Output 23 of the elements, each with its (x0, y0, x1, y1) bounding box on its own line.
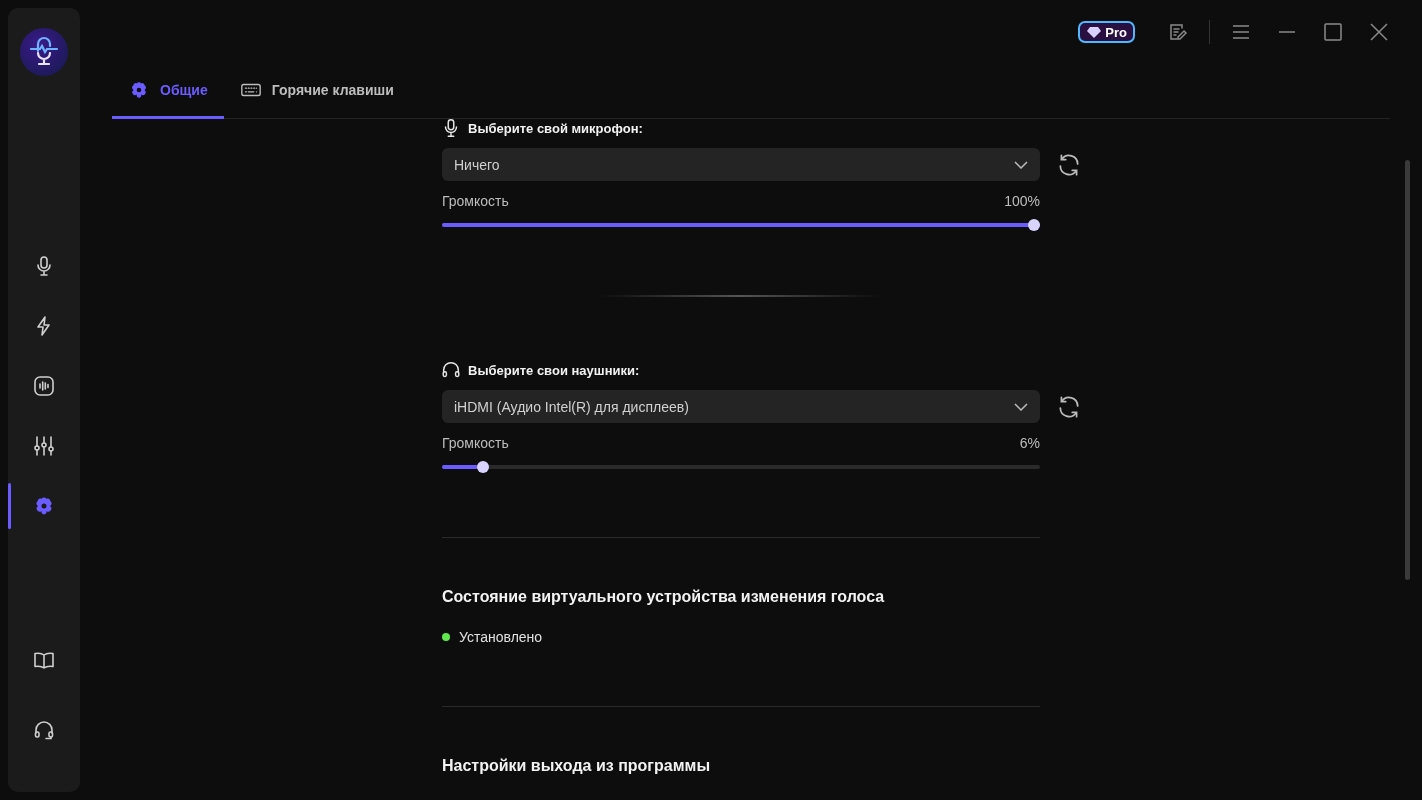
app-logo-icon (20, 28, 68, 76)
section-title: Состояние виртуального устройства изменения голоса (442, 588, 886, 606)
chevron-down-icon (1014, 160, 1028, 169)
device-dropdown[interactable]: Ничего (442, 148, 1040, 181)
volume-reading: 6% (1019, 435, 1040, 451)
tab[interactable]: Горячие клавиши (223, 64, 410, 119)
tab[interactable]: Общие (112, 64, 224, 119)
volume-label: Громкость (442, 193, 509, 209)
headphones-icon (32, 718, 56, 742)
device-label: Выберите свои наушники: (468, 362, 640, 378)
volume-label: Громкость (442, 435, 509, 451)
waveform-icon (32, 374, 56, 398)
volume-slider[interactable] (442, 461, 1040, 473)
sliders-icon (32, 434, 56, 458)
volume-slider[interactable] (442, 219, 1040, 231)
volume-reading: 100% (1004, 193, 1040, 209)
section-title: Настройки выхода из программы (442, 757, 712, 775)
pro-badge[interactable]: Pro (1078, 21, 1135, 43)
scrollbar[interactable] (1405, 160, 1410, 580)
device-dropdown[interactable]: iHDMI (Аудио Intel(R) для дисплеев) (442, 390, 1040, 423)
device-label: Выберите свой микрофон: (468, 120, 643, 136)
chevron-down-icon (1014, 402, 1028, 411)
status-text: Установлено (459, 629, 543, 645)
